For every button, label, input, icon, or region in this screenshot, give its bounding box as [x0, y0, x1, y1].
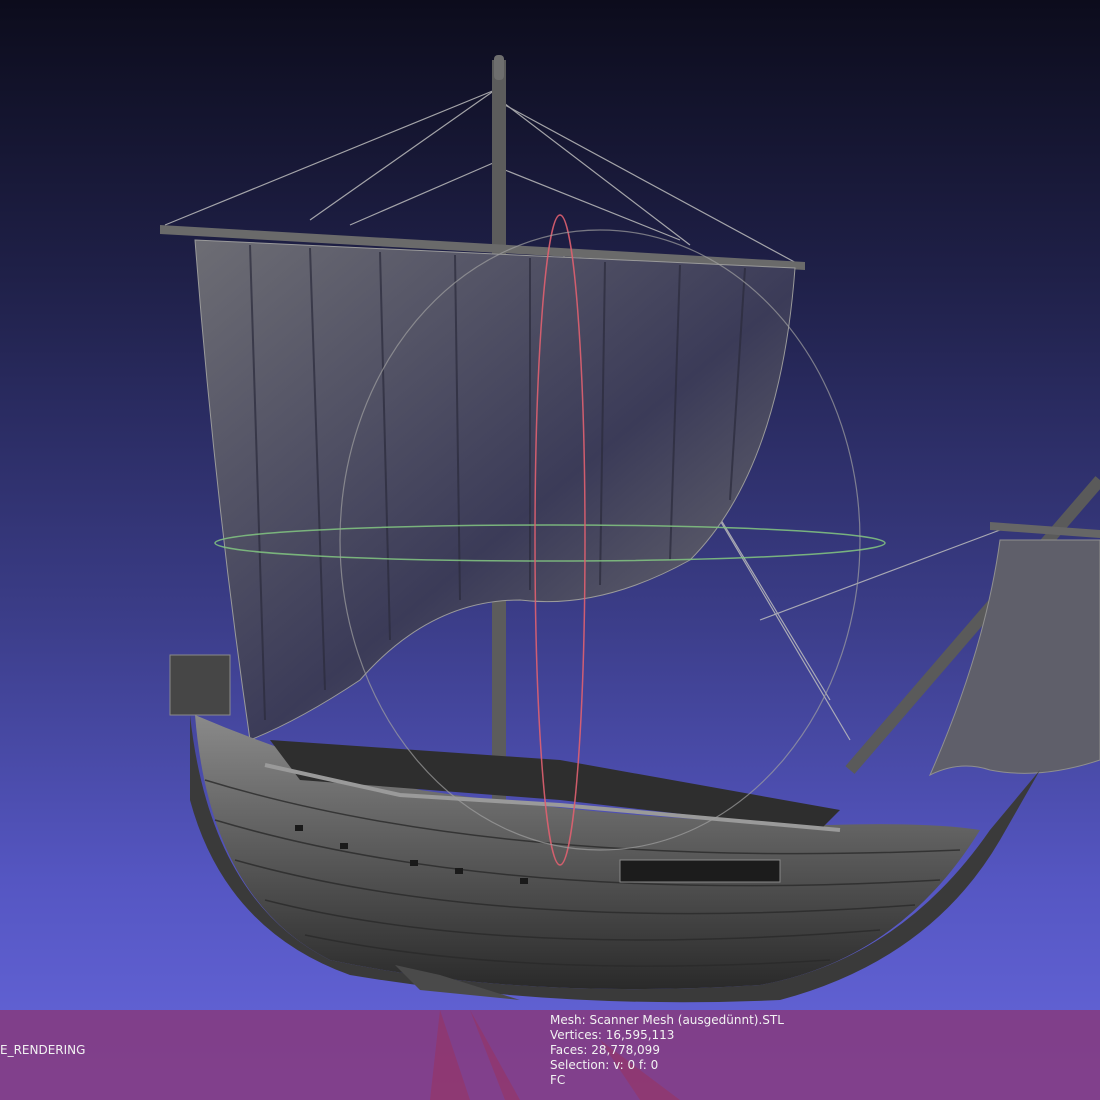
render-mode-label: E_RENDERING	[0, 1043, 86, 1057]
ship-mesh-render	[160, 55, 1100, 1100]
sterncastle	[169, 654, 231, 716]
fc-line: FC	[550, 1073, 566, 1087]
foresail	[928, 539, 1100, 777]
selection-line: Selection: v: 0 f: 0	[550, 1058, 659, 1072]
mesh-info-panel: Mesh: Scanner Mesh (ausgedünnt).STL Vert…	[550, 1013, 784, 1088]
mesh-name-line: Mesh: Scanner Mesh (ausgedünnt).STL	[550, 1013, 784, 1027]
vertices-count-line: Vertices: 16,595,113	[550, 1028, 675, 1042]
3d-viewport[interactable]: E_RENDERING Mesh: Scanner Mesh (ausgedün…	[0, 0, 1100, 1100]
faces-count-line: Faces: 28,778,099	[550, 1043, 660, 1057]
deck-window	[619, 859, 781, 883]
